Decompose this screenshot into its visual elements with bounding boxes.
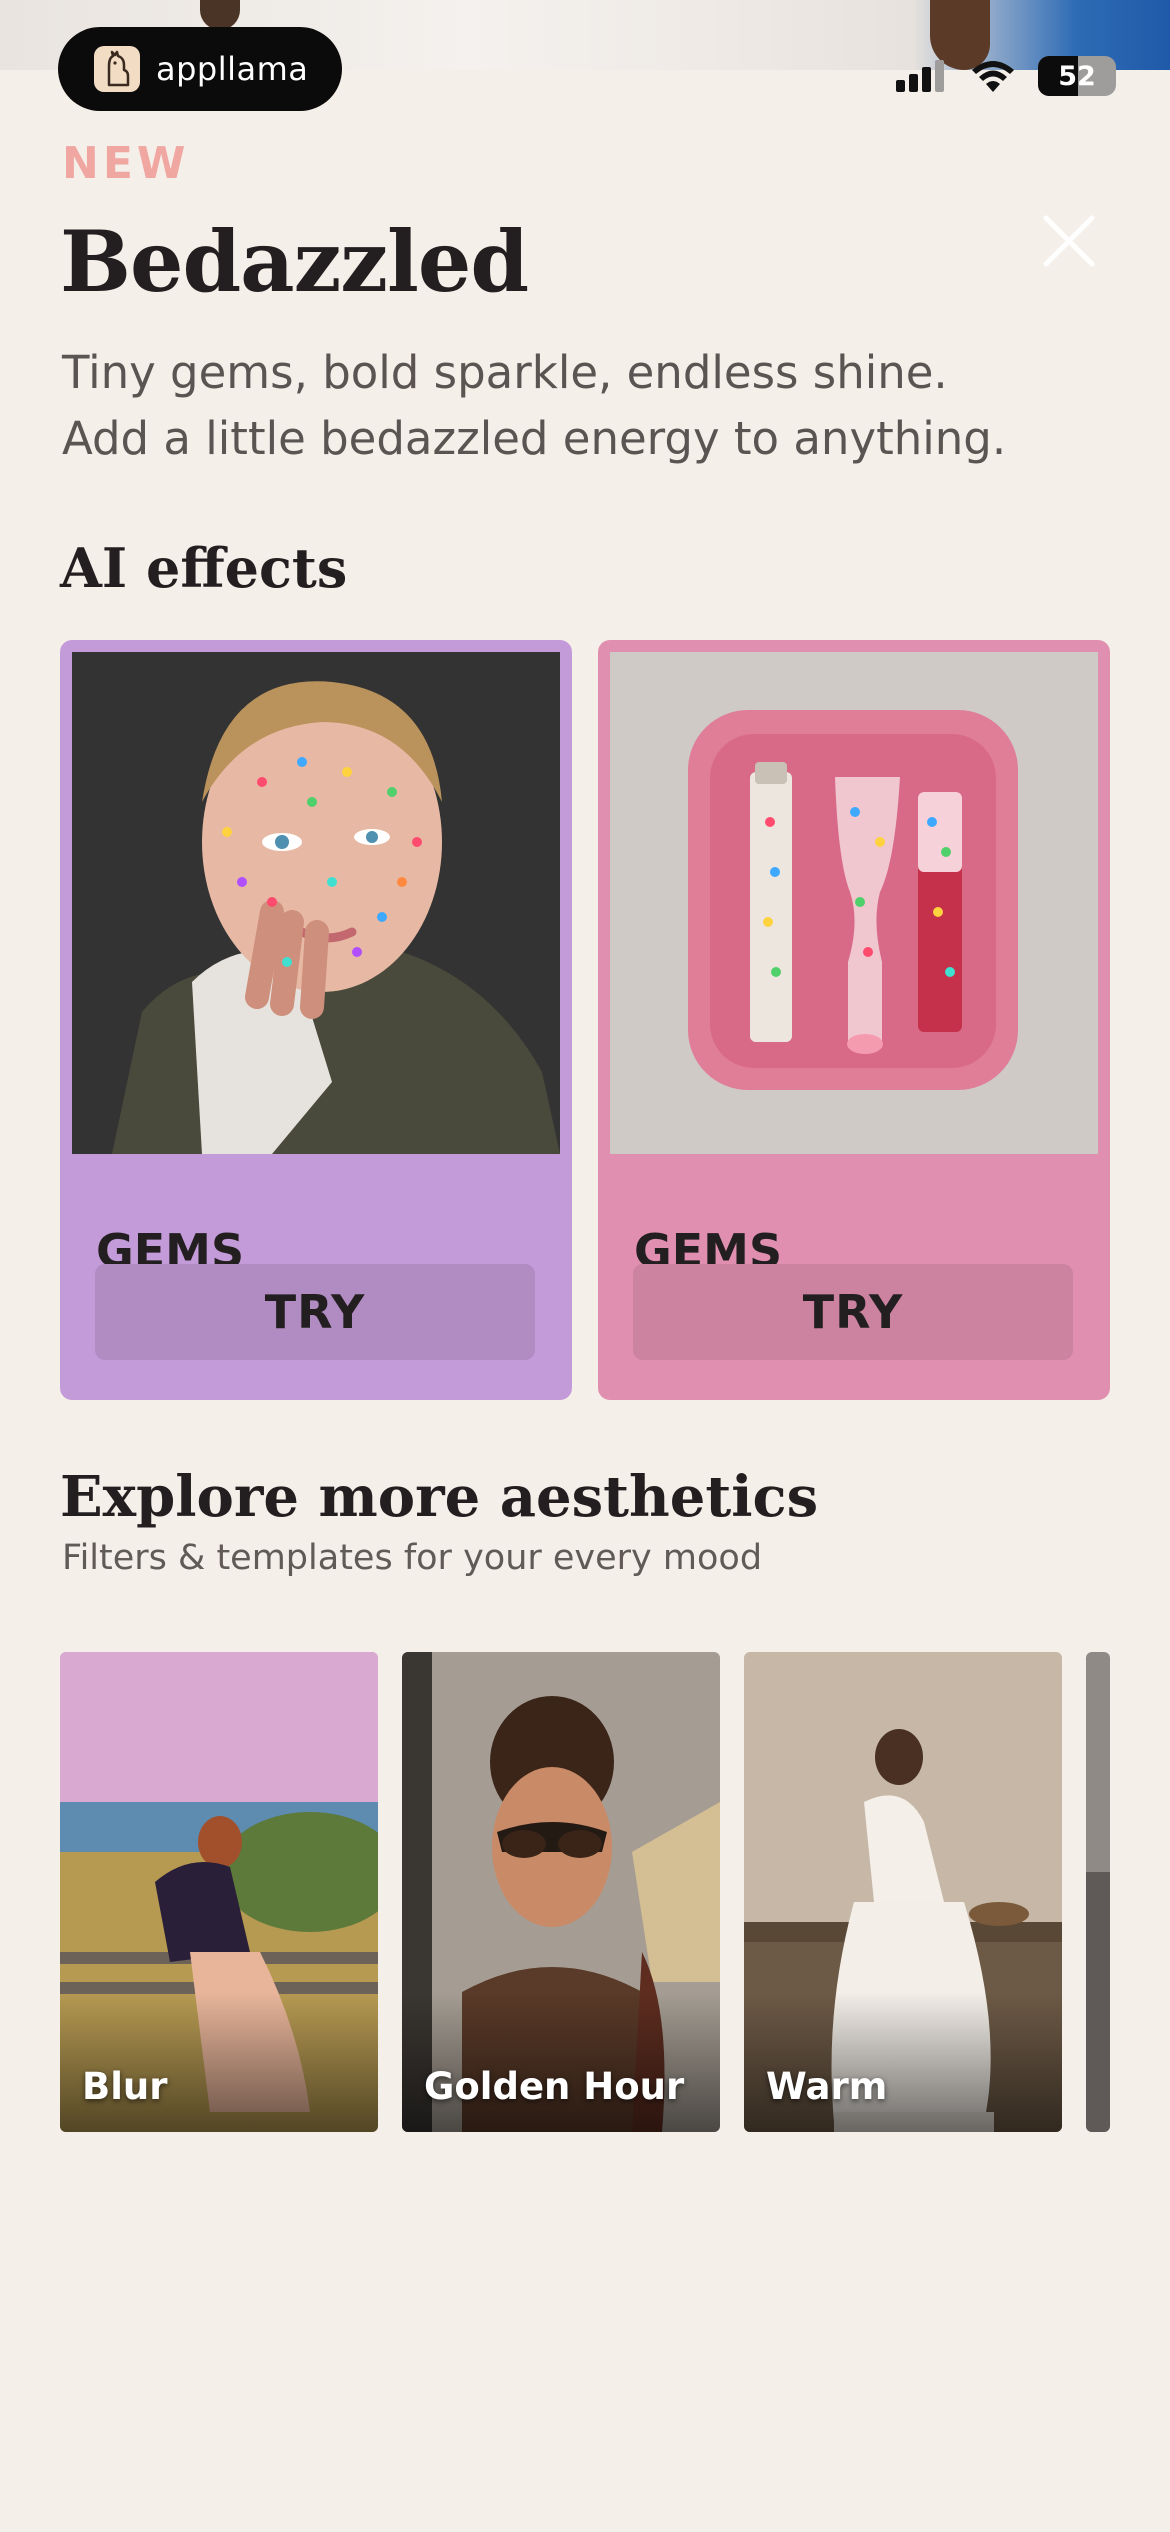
subtitle-line: Tiny gems, bold sparkle, endless shine.: [62, 346, 948, 399]
effect-card-gems-lipgloss[interactable]: GEMS TRY: [598, 640, 1110, 1400]
brand-name: appllama: [156, 50, 309, 88]
battery-indicator: 52: [1038, 56, 1116, 96]
battery-level: 52: [1058, 60, 1096, 92]
aesthetic-card-blur[interactable]: Blur: [60, 1652, 378, 2132]
brand-badge: appllama: [58, 27, 342, 111]
cellular-signal-icon: [896, 60, 944, 92]
effect-card-gems-face[interactable]: GEMS TRY: [60, 640, 572, 1400]
aesthetic-label: Golden Hour: [424, 2065, 685, 2108]
llama-logo-icon: [94, 46, 140, 92]
page-subtitle: Tiny gems, bold sparkle, endless shine. …: [62, 340, 1122, 472]
try-button[interactable]: TRY: [633, 1264, 1073, 1360]
status-bar: 52: [896, 56, 1116, 96]
aesthetic-card-partial[interactable]: [1086, 1652, 1110, 2132]
aesthetic-label: Blur: [82, 2065, 168, 2108]
aesthetic-card-warm[interactable]: Warm: [744, 1652, 1062, 2132]
gems-face-photo: [72, 652, 560, 1154]
bedazzled-screen: appllama 52 NEW Bedazzled Tiny gems, bol…: [0, 0, 1170, 2532]
subtitle-line: Add a little bedazzled energy to anythin…: [62, 412, 1007, 465]
aesthetic-card-golden-hour[interactable]: Golden Hour: [402, 1652, 720, 2132]
close-icon[interactable]: [1040, 212, 1098, 270]
page-title: Bedazzled: [60, 212, 529, 311]
wifi-icon: [972, 61, 1014, 92]
gems-lipgloss-photo: [610, 652, 1098, 1154]
explore-subtitle: Filters & templates for your every mood: [62, 1538, 763, 1578]
ai-effects-heading: AI effects: [60, 536, 348, 600]
new-tag: NEW: [62, 138, 190, 189]
aesthetic-label: Warm: [766, 2065, 888, 2108]
try-button[interactable]: TRY: [95, 1264, 535, 1360]
explore-heading: Explore more aesthetics: [60, 1464, 819, 1530]
